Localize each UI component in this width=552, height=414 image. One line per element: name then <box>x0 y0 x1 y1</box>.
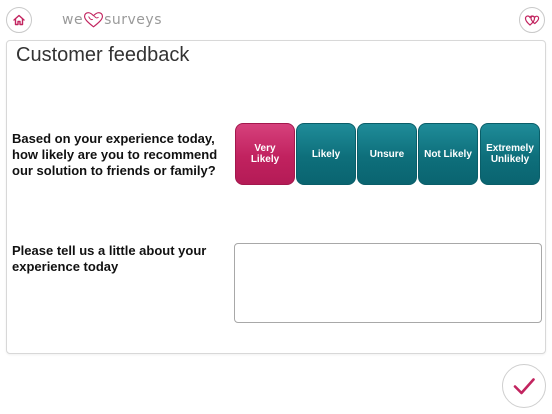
checkmark-icon <box>513 378 535 395</box>
logo-word-surveys: surveys <box>104 12 162 28</box>
app-logo: we surveys <box>62 4 162 36</box>
option-extremely-unlikely[interactable]: Extremely Unlikely <box>480 123 540 185</box>
logo-word-we: we <box>62 12 84 28</box>
submit-button[interactable] <box>502 364 546 408</box>
experience-textarea[interactable] <box>234 243 542 323</box>
feedback-hearts-button[interactable] <box>519 7 545 33</box>
option-very-likely[interactable]: Very Likely <box>235 123 295 185</box>
option-likely[interactable]: Likely <box>296 123 356 185</box>
option-not-likely[interactable]: Not Likely <box>418 123 478 185</box>
hearts-icon <box>524 15 540 26</box>
page-title: Customer feedback <box>16 44 190 66</box>
home-button[interactable] <box>6 7 32 33</box>
home-icon <box>13 14 25 26</box>
question-experience-label: Please tell us a little about your exper… <box>12 243 207 274</box>
likelihood-options: Very Likely Likely Unsure Not Likely Ext… <box>235 123 543 185</box>
feedback-card: Customer feedback Based on your experien… <box>6 40 546 354</box>
heart-logo-icon <box>84 12 104 28</box>
option-unsure[interactable]: Unsure <box>357 123 417 185</box>
question-recommend-label: Based on your experience today, how like… <box>12 131 218 178</box>
header-bar: we surveys <box>0 0 552 40</box>
